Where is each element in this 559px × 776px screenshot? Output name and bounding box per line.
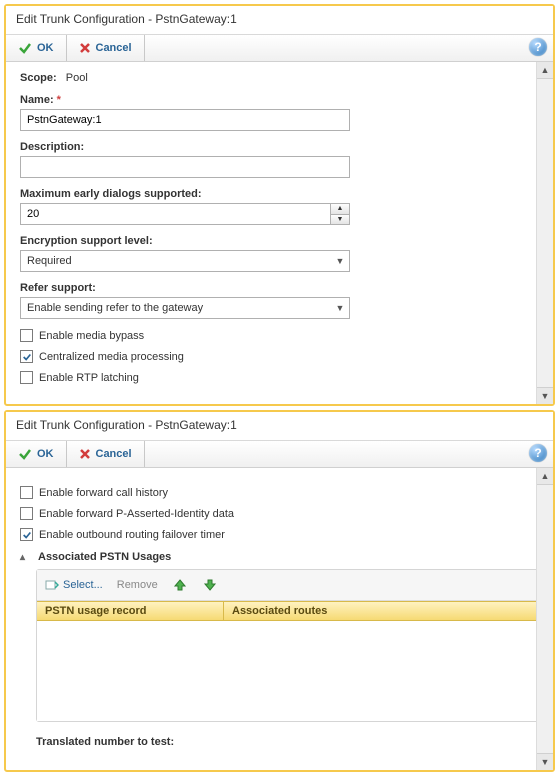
col-pstn-usage-record: PSTN usage record (37, 602, 224, 620)
scroll-down-icon[interactable]: ▼ (537, 753, 553, 770)
cancel-icon (79, 42, 91, 54)
refer-label: Refer support: (20, 282, 539, 294)
cancel-button[interactable]: Cancel (67, 441, 145, 467)
refer-value: Enable sending refer to the gateway (21, 302, 331, 314)
description-input[interactable] (20, 156, 350, 178)
fwd-pai-label: Enable forward P-Asserted-Identity data (39, 508, 234, 520)
cancel-button[interactable]: Cancel (67, 35, 145, 61)
encryption-select[interactable]: Required ▼ (20, 250, 350, 272)
chevron-down-icon: ▼ (331, 303, 349, 313)
chevron-down-icon: ▼ (331, 256, 349, 266)
encryption-value: Required (21, 255, 331, 267)
associated-pstn-usages-header[interactable]: ▴ Associated PSTN Usages (20, 551, 539, 563)
ok-button[interactable]: OK (6, 35, 67, 61)
remove-label: Remove (117, 579, 158, 591)
fwd-call-history-label: Enable forward call history (39, 487, 168, 499)
checkmark-icon (18, 41, 32, 55)
table-body[interactable] (37, 621, 538, 721)
cancel-label: Cancel (96, 42, 132, 54)
pstn-usages-subpanel: Select... Remove PSTN usage record Assoc… (36, 569, 539, 722)
scroll-up-icon[interactable]: ▲ (537, 62, 553, 79)
move-down-button[interactable] (202, 577, 218, 593)
name-label: Name: (20, 94, 54, 106)
ok-label: OK (37, 448, 54, 460)
checkmark-icon (18, 447, 32, 461)
cancel-icon (79, 448, 91, 460)
table-header: PSTN usage record Associated routes (37, 601, 538, 621)
select-button[interactable]: Select... (45, 578, 103, 592)
edit-trunk-panel-top: Edit Trunk Configuration - PstnGateway:1… (4, 4, 555, 406)
panel-title: Edit Trunk Configuration - PstnGateway:1 (6, 412, 553, 441)
sub-toolbar: Select... Remove (37, 570, 538, 601)
required-marker: * (57, 94, 61, 106)
failover-timer-checkbox[interactable] (20, 528, 33, 541)
encryption-label: Encryption support level: (20, 235, 539, 247)
spinner-up-icon[interactable]: ▲ (331, 204, 349, 215)
move-up-button[interactable] (172, 577, 188, 593)
arrow-up-icon (173, 578, 187, 592)
name-input[interactable] (20, 109, 350, 131)
scroll-up-icon[interactable]: ▲ (537, 468, 553, 485)
failover-timer-label: Enable outbound routing failover timer (39, 529, 225, 541)
max-dialogs-label: Maximum early dialogs supported: (20, 188, 539, 200)
scope-row: Scope: Pool (20, 72, 539, 84)
centralized-media-label: Centralized media processing (39, 351, 184, 363)
max-dialogs-input[interactable] (21, 204, 330, 224)
ok-button[interactable]: OK (6, 441, 67, 467)
fwd-pai-checkbox[interactable] (20, 507, 33, 520)
cancel-label: Cancel (96, 448, 132, 460)
panel-toolbar: OK Cancel ? (6, 441, 553, 468)
scrollbar[interactable]: ▲ ▼ (536, 468, 553, 770)
scope-label: Scope: (20, 72, 57, 84)
edit-trunk-panel-bottom: Edit Trunk Configuration - PstnGateway:1… (4, 410, 555, 772)
refer-select[interactable]: Enable sending refer to the gateway ▼ (20, 297, 350, 319)
help-icon[interactable]: ? (529, 444, 547, 462)
select-label: Select... (63, 579, 103, 591)
panel-body: ▲ ▼ Enable forward call history Enable f… (6, 468, 553, 770)
help-icon[interactable]: ? (529, 38, 547, 56)
remove-button[interactable]: Remove (117, 579, 158, 591)
enable-media-bypass-checkbox[interactable] (20, 329, 33, 342)
fwd-call-history-checkbox[interactable] (20, 486, 33, 499)
panel-title: Edit Trunk Configuration - PstnGateway:1 (6, 6, 553, 35)
scroll-down-icon[interactable]: ▼ (537, 387, 553, 404)
spinner-down-icon[interactable]: ▼ (331, 215, 349, 225)
scrollbar[interactable]: ▲ ▼ (536, 62, 553, 404)
enable-rtp-latching-label: Enable RTP latching (39, 372, 139, 384)
centralized-media-checkbox[interactable] (20, 350, 33, 363)
ok-label: OK (37, 42, 54, 54)
expander-icon: ▴ (20, 552, 32, 563)
enable-rtp-latching-checkbox[interactable] (20, 371, 33, 384)
description-label: Description: (20, 141, 539, 153)
panel-body: ▲ ▼ Scope: Pool Name:* Description: (6, 62, 553, 404)
scope-value: Pool (66, 72, 88, 84)
max-dialogs-spinner[interactable]: ▲ ▼ (20, 203, 350, 225)
arrow-down-icon (203, 578, 217, 592)
enable-media-bypass-label: Enable media bypass (39, 330, 144, 342)
select-icon (45, 578, 59, 592)
translated-number-label: Translated number to test: (36, 736, 539, 748)
panel-toolbar: OK Cancel ? (6, 35, 553, 62)
col-associated-routes: Associated routes (224, 602, 538, 620)
associated-pstn-usages-label: Associated PSTN Usages (38, 551, 171, 563)
